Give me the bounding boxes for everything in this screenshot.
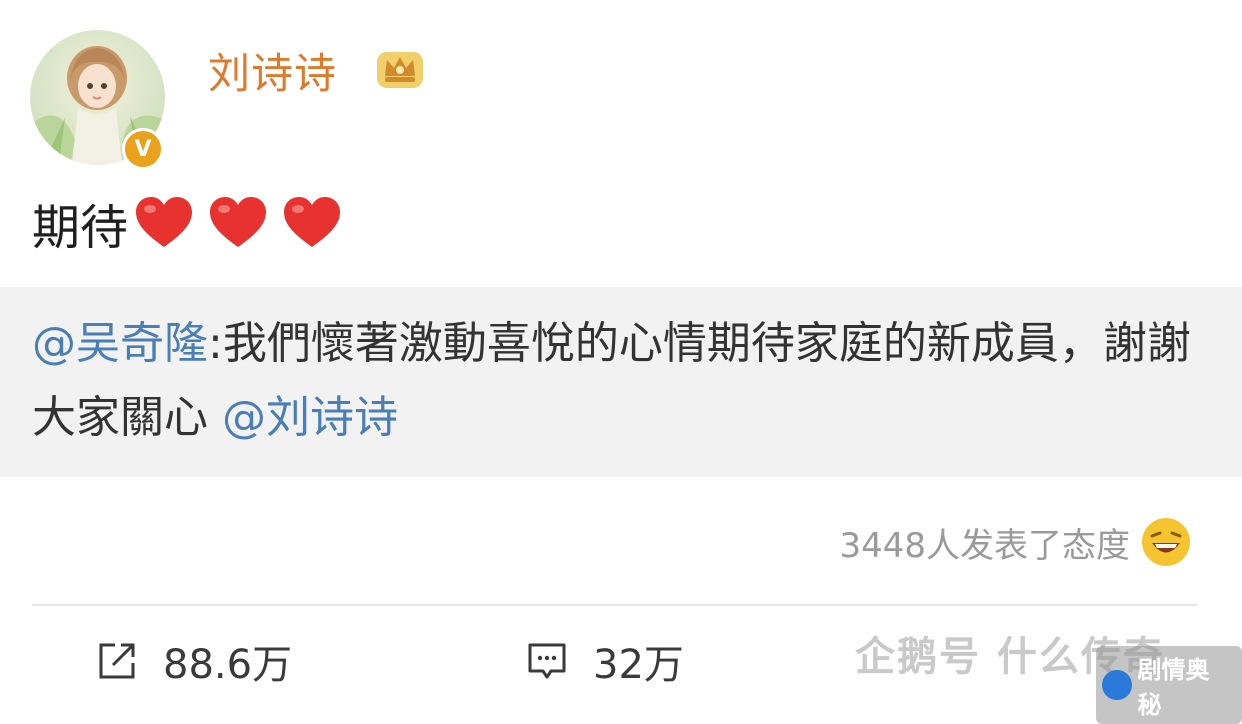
trailing-mention[interactable]: @刘诗诗 — [222, 392, 398, 443]
verified-badge: V — [122, 128, 164, 170]
laughing-emoji-icon — [1142, 518, 1190, 566]
watermark-badge: 剧情奥秘 — [1096, 646, 1242, 724]
quoted-author-mention[interactable]: @吴奇隆 — [32, 318, 208, 369]
author-name[interactable]: 刘诗诗 — [208, 40, 337, 101]
heart-icon — [284, 197, 341, 247]
repost-button[interactable]: 88.6万 — [95, 632, 292, 690]
heart-icon — [136, 197, 193, 247]
quoted-post-text: @吴奇隆:我們懷著激動喜悅的心情期待家庭的新成員，謝謝大家關心 @刘诗诗 — [32, 307, 1202, 455]
reactions-text: 3448人发表了态度 — [839, 525, 1130, 566]
heart-icon — [210, 197, 267, 247]
crown-icon — [377, 52, 423, 88]
quoted-post[interactable]: @吴奇隆:我們懷著激動喜悅的心情期待家庭的新成員，謝謝大家關心 @刘诗诗 — [0, 287, 1242, 477]
reactions-summary[interactable]: 3448人发表了态度 — [839, 516, 1192, 568]
repost-count: 88.6万 — [163, 642, 293, 688]
post-content: 期待 — [32, 188, 342, 258]
quote-colon: : — [208, 318, 223, 369]
comment-button[interactable]: 32万 — [525, 632, 684, 690]
divider — [32, 604, 1197, 606]
comment-icon — [528, 643, 566, 679]
badge-label: 剧情奥秘 — [1137, 656, 1210, 719]
post-text: 期待 — [32, 200, 129, 256]
verified-symbol: V — [134, 136, 152, 162]
repost-icon — [99, 643, 135, 679]
comment-count: 32万 — [593, 642, 684, 688]
